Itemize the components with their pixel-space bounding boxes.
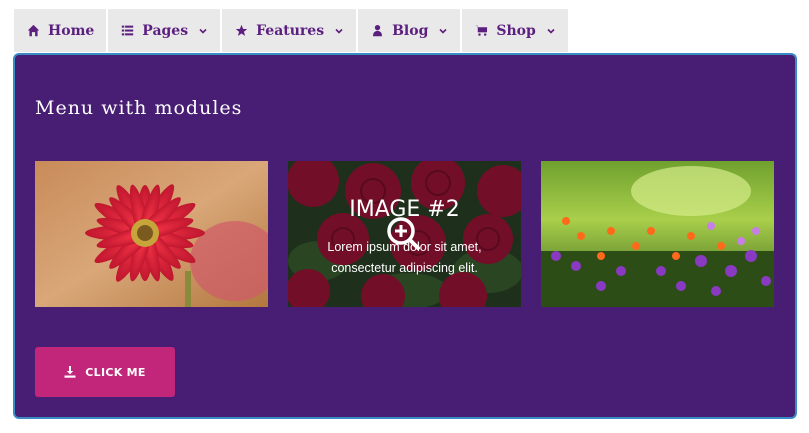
zoom-in-icon[interactable] <box>386 216 422 252</box>
list-icon <box>120 24 134 38</box>
chevron-down-icon <box>438 26 448 36</box>
user-icon <box>370 24 384 38</box>
cart-icon <box>474 24 488 38</box>
image-roses[interactable]: IMAGE #2 Lorem ipsum dolor sit amet, con… <box>288 161 521 307</box>
chevron-down-icon <box>198 26 208 36</box>
image-garden[interactable] <box>541 161 774 307</box>
nav-item-pages[interactable]: Pages <box>108 9 221 52</box>
button-label: CLICK ME <box>85 365 146 379</box>
nav-item-home[interactable]: Home <box>14 9 107 52</box>
home-icon <box>26 24 40 38</box>
nav-item-label: Blog <box>392 22 429 39</box>
click-me-button[interactable]: CLICK ME <box>35 347 175 397</box>
chevron-down-icon <box>546 26 556 36</box>
nav-item-label: Home <box>48 22 95 39</box>
star-icon <box>234 24 248 38</box>
download-icon <box>64 366 76 378</box>
menu-module-panel: Menu with modules IMAGE #2 Lorem ipsum d… <box>13 53 797 419</box>
chevron-down-icon <box>334 26 344 36</box>
image-gerbera[interactable] <box>35 161 268 307</box>
panel-title: Menu with modules <box>35 97 243 119</box>
nav-item-label: Pages <box>142 22 189 39</box>
nav-item-label: Shop <box>496 22 536 39</box>
nav-item-shop[interactable]: Shop <box>462 9 568 52</box>
main-nav: Home Pages Features Blog Shop <box>14 9 568 52</box>
nav-item-blog[interactable]: Blog <box>358 9 461 52</box>
image-hover-overlay: IMAGE #2 Lorem ipsum dolor sit amet, con… <box>288 161 521 307</box>
nav-item-features[interactable]: Features <box>222 9 357 52</box>
nav-item-label: Features <box>256 22 325 39</box>
